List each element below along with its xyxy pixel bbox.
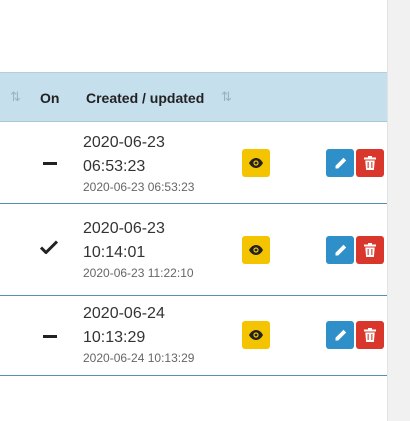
vertical-scrollbar[interactable]	[387, 0, 410, 421]
pencil-icon	[335, 244, 346, 255]
view-button[interactable]	[242, 236, 270, 264]
created-date-line: 2020-06-23	[83, 134, 165, 151]
table-row: 2020-06-23 10:14:01 2020-06-23 11:22:10	[0, 204, 387, 296]
updated-timestamp: 2020-06-23 11:22:10	[83, 266, 194, 280]
table-row: 2020-06-23 06:53:23 2020-06-23 06:53:23	[0, 122, 387, 204]
edit-button[interactable]	[326, 149, 354, 177]
created-date: 2020-06-23 10:14:01	[83, 217, 165, 265]
items-table: ⇅ On Created / updated ⇅ 2020-06-23 06:5…	[0, 72, 387, 376]
trash-icon	[364, 156, 376, 170]
sort-icon[interactable]: ⇅	[10, 89, 21, 105]
delete-button[interactable]	[356, 149, 384, 177]
eye-icon	[249, 245, 263, 255]
table-header: ⇅ On Created / updated ⇅	[0, 72, 387, 122]
view-button[interactable]	[242, 321, 270, 349]
created-date: 2020-06-23 06:53:23	[83, 131, 165, 179]
column-header-created-updated[interactable]: Created / updated	[86, 90, 204, 106]
created-time-line: 10:13:29	[83, 329, 146, 346]
created-date: 2020-06-24 10:13:29	[83, 302, 165, 350]
dash-icon	[43, 162, 57, 165]
created-time-line: 10:14:01	[83, 244, 146, 261]
check-icon	[39, 238, 59, 258]
delete-button[interactable]	[356, 321, 384, 349]
eye-icon	[249, 158, 263, 168]
delete-button[interactable]	[356, 236, 384, 264]
view-button[interactable]	[242, 149, 270, 177]
column-header-on[interactable]: On	[40, 90, 59, 106]
edit-button[interactable]	[326, 236, 354, 264]
trash-icon	[364, 243, 376, 257]
trash-icon	[364, 328, 376, 342]
edit-button[interactable]	[326, 321, 354, 349]
created-time-line: 06:53:23	[83, 158, 146, 175]
updated-timestamp: 2020-06-24 10:13:29	[83, 351, 195, 365]
eye-icon	[249, 330, 263, 340]
pencil-icon	[335, 157, 346, 168]
created-date-line: 2020-06-23	[83, 220, 165, 237]
table-row: 2020-06-24 10:13:29 2020-06-24 10:13:29	[0, 296, 387, 376]
sort-icon[interactable]: ⇅	[221, 89, 232, 105]
dash-icon	[43, 335, 57, 338]
created-date-line: 2020-06-24	[83, 305, 165, 322]
updated-timestamp: 2020-06-23 06:53:23	[83, 180, 195, 194]
pencil-icon	[335, 329, 346, 340]
